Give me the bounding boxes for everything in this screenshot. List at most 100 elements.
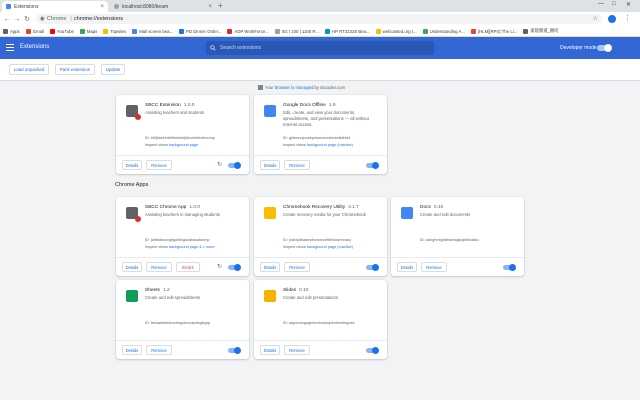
extension-name-row: SBCC Chrome App 1.0.0 [145,205,200,210]
bookmark-item[interactable]: 发现频道_顾问 [523,28,558,34]
remove-button[interactable]: Remove [284,345,310,355]
bookmark-item[interactable]: webcasted.org t... [375,28,417,34]
close-icon[interactable]: × [208,4,212,10]
reload-icon[interactable]: ↻ [217,263,222,270]
details-button[interactable]: Details [122,262,142,272]
remove-button[interactable]: Remove [146,345,172,355]
enable-toggle[interactable] [366,346,379,354]
remove-button[interactable]: Remove [284,262,310,272]
inspect-link[interactable]: background page (Inactive) [307,245,353,249]
extension-name-row: SBCC Extension 1.0.0 [145,103,194,108]
extension-description: Create and edit spreadsheets [145,295,200,300]
bookmark-label: Topsites [110,28,127,34]
bookmark-item[interactable]: PD Dinner Order... [179,28,221,34]
search-box[interactable] [206,41,434,55]
bookmark-label: Gmail [32,28,45,34]
details-button[interactable]: Details [397,262,417,272]
errors-button[interactable]: Errors [176,262,200,272]
bookmark-item[interactable]: Understanding A... [422,28,465,34]
minimize-icon[interactable]: — [598,1,604,7]
site-chip-label: Chrome [46,16,67,22]
extension-description: Create and edit documents [420,212,471,217]
load-unpacked-button[interactable]: Load unpacked [9,64,49,75]
reload-icon[interactable]: ↻ [217,161,222,168]
inspect-label: Inspect views [283,245,306,249]
bookmark-item[interactable]: Mail screen bea... [132,28,173,34]
extension-description: Create recovery media for your Chromeboo… [283,212,366,217]
pack-extension-button[interactable]: Pack extension [55,64,95,75]
extension-name-row: Sheets 1.2 [145,288,170,293]
more-menu-icon[interactable]: ⋮ [624,14,631,22]
remove-button[interactable]: Remove [146,160,172,170]
managed-prefix: Your [265,85,274,90]
developer-mode-toggle[interactable] [597,44,612,52]
extension-description: Assisting teachers in managing students [145,212,220,217]
search-input[interactable] [220,45,420,51]
back-icon[interactable]: ← [2,16,12,23]
bookmark-item[interactable]: 5G I 100 | 1100 R... [274,28,320,34]
enable-toggle[interactable] [228,346,241,354]
bookmark-icon [79,28,85,34]
tab-label: localhost:8080/beam [122,3,169,10]
avatar[interactable] [608,15,616,23]
close-icon[interactable]: × [100,4,104,10]
bookmark-icon [132,28,138,34]
enable-toggle[interactable] [503,263,516,271]
inspect-link[interactable]: background page [169,143,198,147]
enable-toggle[interactable] [366,263,379,271]
managed-suffix: by sbcodev.com [314,85,346,90]
extension-name-row: Docs 0.10 [420,205,443,210]
hamburger-menu-icon[interactable] [6,44,14,51]
enable-toggle[interactable] [228,263,241,271]
bookmark-item[interactable]: Maps [79,28,97,34]
bookmarks-bar: Apps Gmail YouTube Maps Topsites Mail screen … [0,26,640,37]
extension-name: SBCC Extension [145,103,181,108]
address-bar[interactable]: ◉ Chrome | chrome://extensions ☆ [36,14,602,24]
extension-version: 0.10 [433,205,444,210]
forward-icon[interactable]: → [12,16,22,23]
remove-button[interactable]: Remove [146,262,172,272]
inspect-link[interactable]: background page (Inactive) [307,143,353,147]
bookmark-item[interactable]: ADP WorkForce... [227,28,269,34]
remove-button[interactable]: Remove [284,160,310,170]
extension-version: 1.9 [328,103,336,108]
tab-localhost[interactable]: localhost:8080/beam × [110,1,216,12]
extension-name-row: Google Docs Offline 1.9 [283,103,336,108]
bookmark-label: 5G I 100 | 1100 R... [281,28,320,34]
developer-action-bar: Load unpacked Pack extension Update [0,59,640,81]
bookmark-item[interactable]: [HLM][RPS] The Li... [470,28,518,34]
close-window-icon[interactable]: ✕ [626,1,631,8]
inspect-link[interactable]: background page & 1 more [169,245,215,249]
tab-extensions[interactable]: Extensions × [2,1,108,12]
bookmark-label: YouTube [57,28,74,34]
bookmark-icon [179,28,185,34]
tab-strip: Extensions × localhost:8080/beam × + — □… [0,0,640,12]
maximize-icon[interactable]: □ [612,1,616,7]
details-button[interactable]: Details [122,345,142,355]
enable-toggle[interactable] [366,161,379,169]
bookmark-icon [325,28,331,34]
extensions-header: Extensions Developer mode [0,37,640,59]
new-tab-button[interactable]: + [218,1,223,10]
bookmark-item[interactable]: Apps [3,28,20,34]
bookmark-item[interactable]: Topsites [103,28,127,34]
extension-id: ID: aohghmighlieiamagkcijhbkdako [420,238,479,242]
inspect-views: Inspect views background page [145,143,198,147]
bookmark-item[interactable]: YouTube [50,28,74,34]
inspect-label: Inspect views [283,143,306,147]
details-button[interactable]: Details [260,345,280,355]
enable-toggle[interactable] [228,161,241,169]
bookmark-item[interactable]: HP RT3133S Bea... [325,28,370,34]
reload-icon[interactable]: ↻ [22,15,32,23]
details-button[interactable]: Details [122,160,142,170]
bookmark-label: [HLM][RPS] The Li... [477,28,518,34]
remove-button[interactable]: Remove [421,262,447,272]
update-button[interactable]: Update [101,64,125,75]
bookmark-item[interactable]: Gmail [25,28,45,34]
star-icon[interactable]: ☆ [593,15,598,22]
details-button[interactable]: Details [260,262,280,272]
managed-link[interactable]: browser is managed [275,85,314,90]
card-footer: Details Remove [254,257,387,276]
details-button[interactable]: Details [260,160,280,170]
extension-name: Slides [283,288,297,293]
